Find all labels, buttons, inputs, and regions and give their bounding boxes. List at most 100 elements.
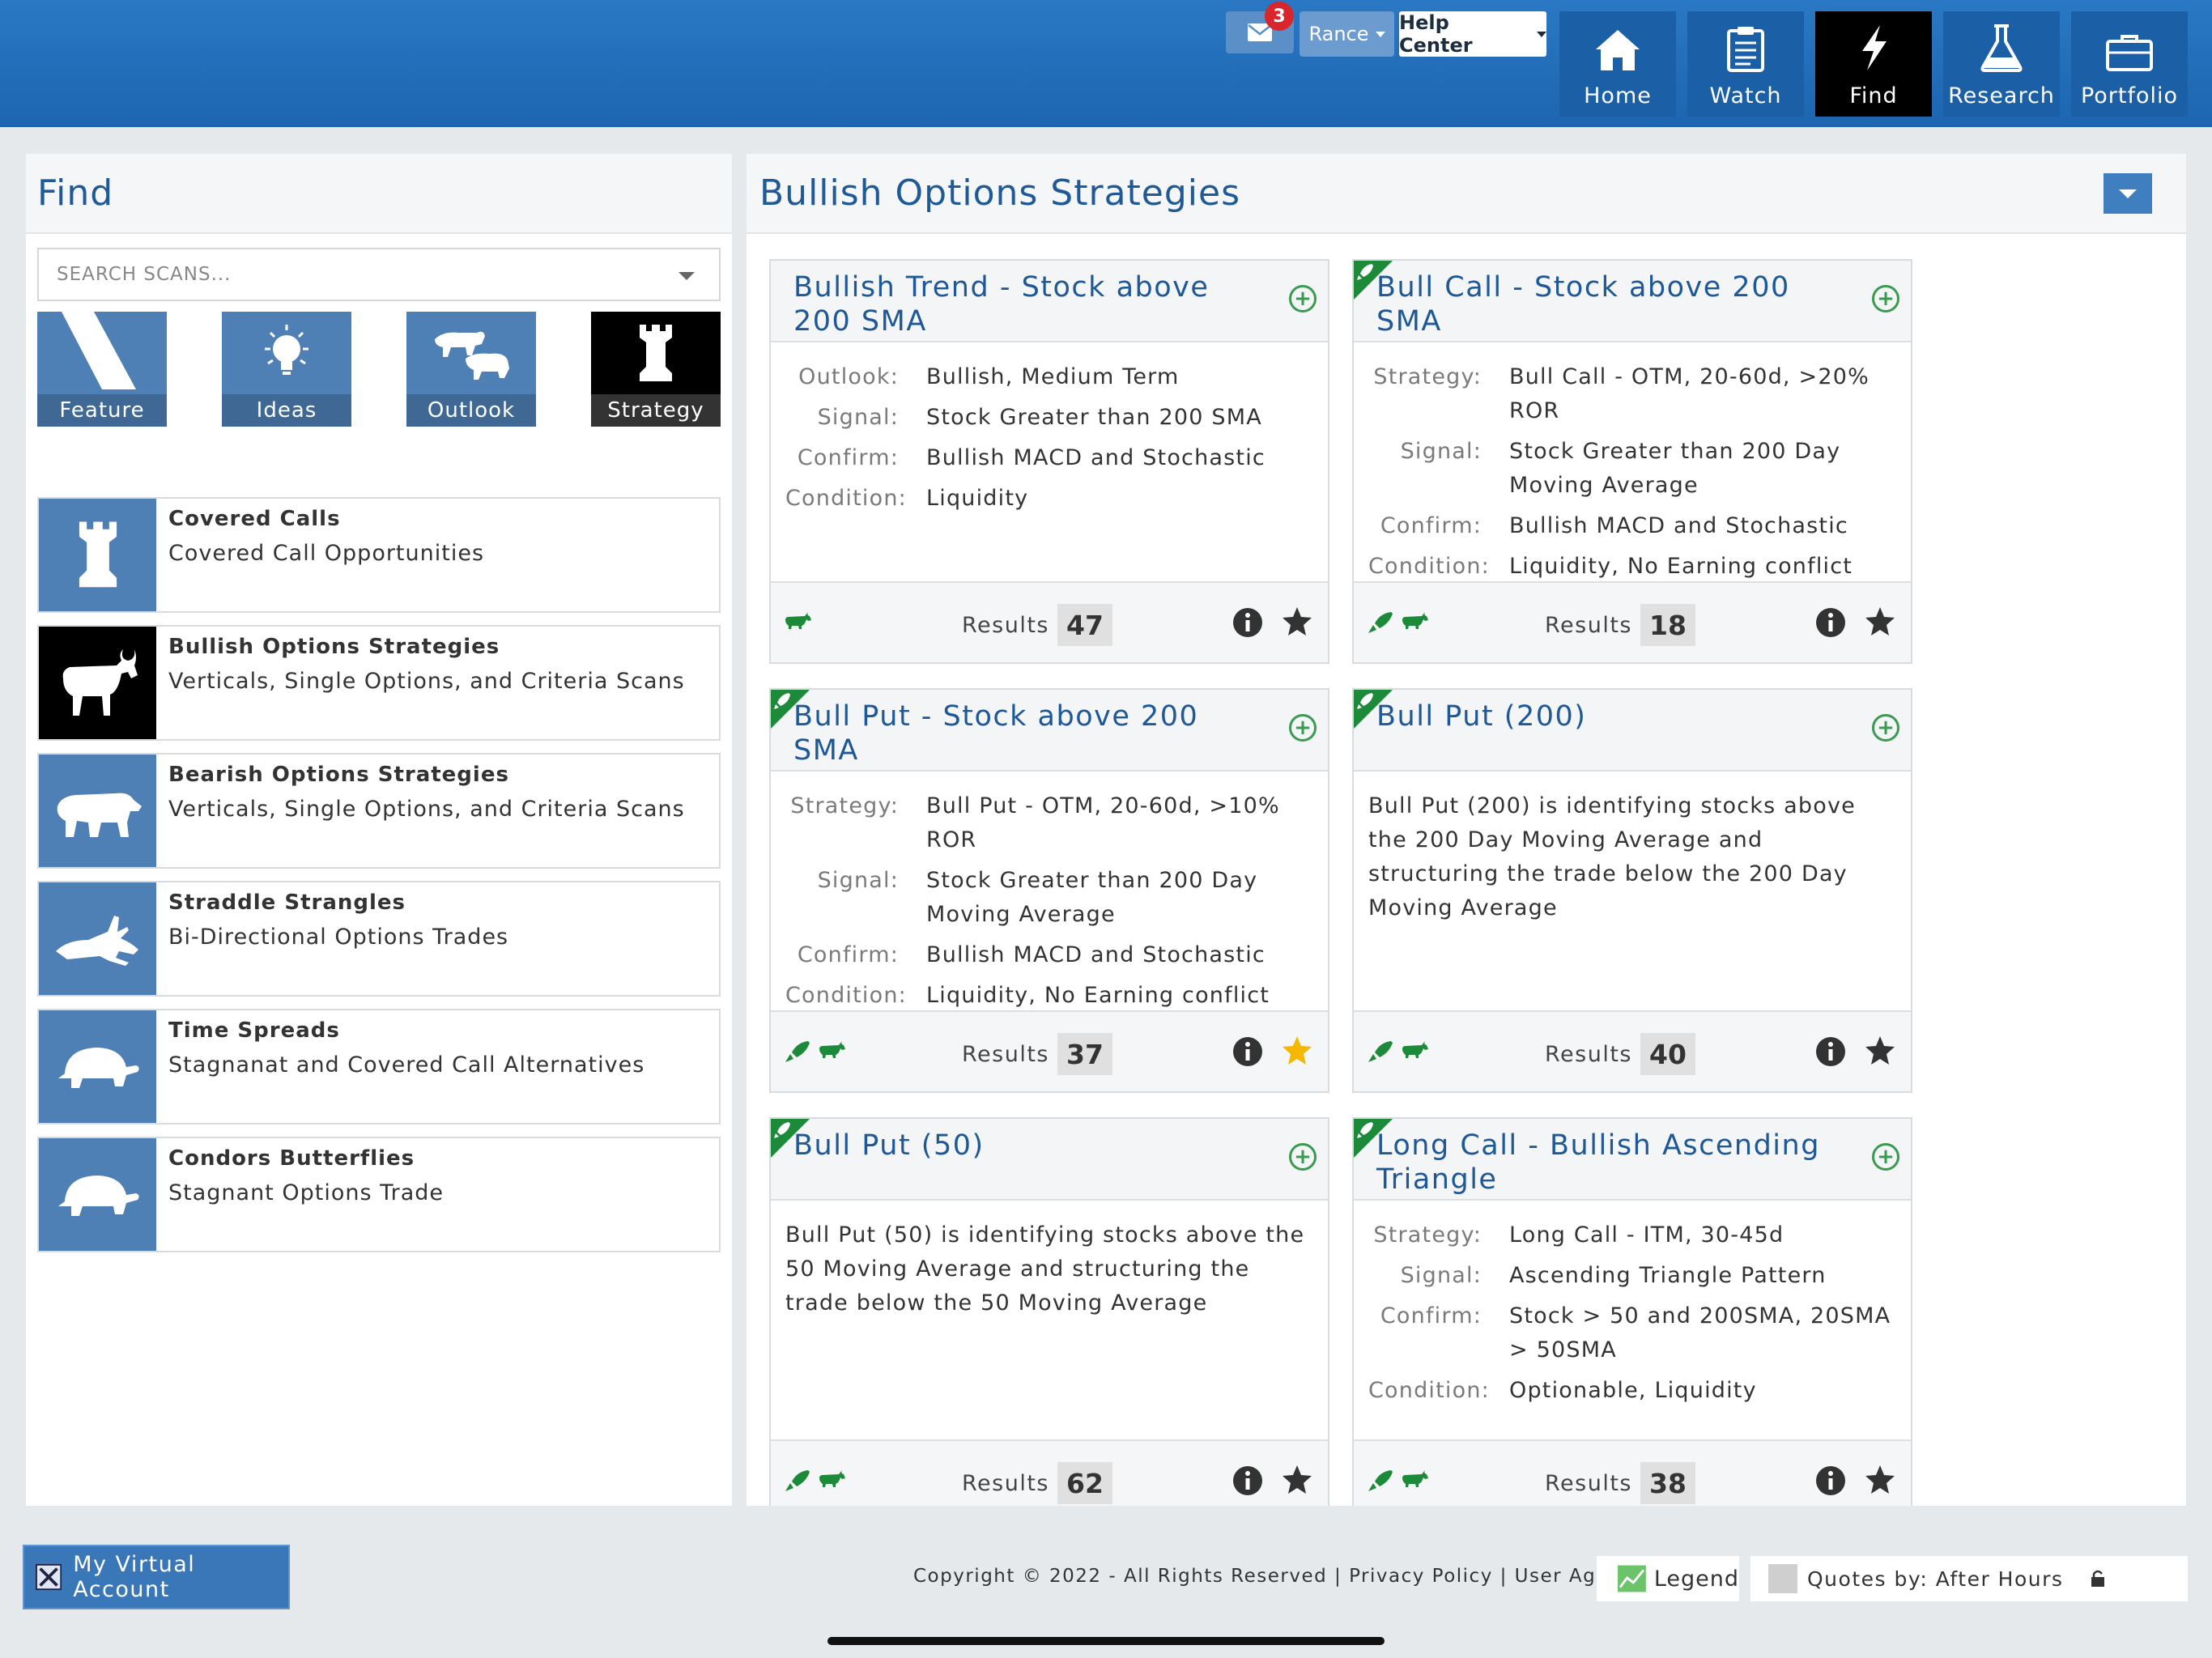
scan-card-title[interactable]: Bull Put - Stock above 200 SMA (793, 699, 1271, 767)
rocket-icon (774, 1122, 790, 1138)
scan-card-title[interactable]: Bull Put (50) (793, 1129, 1271, 1163)
scan-group-subtitle: Stagnant Options Trade (168, 1180, 445, 1205)
nav-portfolio[interactable]: Portfolio (2071, 11, 2188, 117)
favorite-star-icon[interactable] (1864, 1035, 1896, 1067)
card-field-value: Liquidity, No Earning conflict (1509, 554, 1853, 579)
find-panel-header: Find (26, 154, 732, 234)
info-icon[interactable] (1232, 1036, 1263, 1067)
scan-card[interactable]: Bull Call - Stock above 200 SMA + Strate… (1352, 259, 1912, 664)
home-icon (1596, 30, 1640, 70)
scan-group-bullish[interactable]: Bullish Options Strategies Verticals, Si… (37, 625, 721, 741)
scan-group-title: Condors Butterflies (168, 1146, 415, 1171)
rocket-icon (1368, 612, 1393, 633)
category-ideas[interactable]: Ideas (222, 312, 351, 427)
clipboard-icon (1727, 27, 1764, 72)
card-field-key: Signal: (1400, 439, 1482, 464)
scan-group-straddle[interactable]: Straddle Strangles Bi-Directional Option… (37, 881, 721, 997)
card-description: Bull Put (200) is identifying stocks abo… (1368, 793, 1856, 920)
help-center-button[interactable]: Help Center (1399, 11, 1546, 57)
briefcase-icon (2106, 35, 2153, 71)
scan-card[interactable]: Bull Put (200) + Bull Put (200) is ident… (1352, 688, 1912, 1093)
info-icon[interactable] (1232, 1465, 1263, 1496)
scan-group-subtitle: Covered Call Opportunities (168, 541, 485, 566)
info-icon[interactable] (1232, 607, 1263, 638)
results-count: 18 (1640, 604, 1695, 646)
user-menu-button[interactable]: Rance (1300, 11, 1394, 57)
quotes-checkbox[interactable] (1768, 1564, 1797, 1593)
help-center-label: Help Center (1399, 11, 1473, 57)
favorite-star-icon[interactable] (1864, 1464, 1896, 1496)
info-icon[interactable] (1815, 1465, 1846, 1496)
scan-group-bearish[interactable]: Bearish Options Strategies Verticals, Si… (37, 753, 721, 869)
chevron-down-icon[interactable] (678, 272, 695, 280)
scan-card-body: Outlook: Bullish, Medium Term Signal: Stock… (771, 342, 1328, 516)
results-group[interactable]: Results 40 (1545, 1033, 1695, 1075)
results-label: Results (1545, 1041, 1632, 1067)
results-group[interactable]: Results 38 (1545, 1462, 1695, 1504)
results-label: Results (962, 612, 1049, 638)
turtle-icon (57, 1047, 139, 1088)
add-scan-icon[interactable]: + (1289, 285, 1317, 312)
add-scan-icon[interactable]: + (1289, 714, 1317, 742)
collapse-panel-button[interactable] (2104, 173, 2152, 214)
scan-type-icons (784, 1039, 847, 1064)
scan-card-title[interactable]: Long Call - Bullish Ascending Triangle (1376, 1129, 1854, 1197)
scan-card-title[interactable]: Bullish Trend - Stock above 200 SMA (793, 270, 1271, 338)
results-group[interactable]: Results 18 (1545, 604, 1695, 646)
favorite-star-icon[interactable] (1281, 1464, 1313, 1496)
quotes-label: Quotes by: After Hours (1807, 1567, 2064, 1591)
card-field-key: Condition: (785, 983, 907, 1008)
search-scans-input[interactable]: SEARCH SCANS... (37, 248, 721, 301)
category-feature[interactable]: Feature (37, 312, 167, 427)
favorite-star-icon[interactable] (1864, 606, 1896, 638)
scan-card[interactable]: Bull Put - Stock above 200 SMA + Strateg… (769, 688, 1329, 1093)
scan-group-covered-calls[interactable]: Covered Calls Covered Call Opportunities (37, 497, 721, 613)
scan-card-title[interactable]: Bull Put (200) (1376, 699, 1854, 733)
scan-group-time-spreads[interactable]: Time Spreads Stagnanat and Covered Call … (37, 1009, 721, 1124)
scan-card-title[interactable]: Bull Call - Stock above 200 SMA (1376, 270, 1854, 338)
bull-icon (819, 1041, 845, 1058)
rocket-flag (1354, 690, 1393, 729)
category-outlook[interactable]: Outlook (406, 312, 536, 427)
card-field-key: Confirm: (1380, 1303, 1482, 1329)
card-field-key: Confirm: (797, 445, 899, 470)
category-strategy[interactable]: Strategy (591, 312, 721, 427)
scan-group-title: Covered Calls (168, 507, 341, 531)
nav-watch[interactable]: Watch (1687, 11, 1804, 117)
card-field-value: Stock Greater than 200 SMA (926, 405, 1262, 430)
results-group[interactable]: Results 62 (962, 1462, 1112, 1504)
card-field-value: Bullish, Medium Term (926, 364, 1180, 389)
info-icon[interactable] (1815, 607, 1846, 638)
rocket-icon (1357, 1122, 1373, 1138)
add-scan-icon[interactable]: + (1872, 714, 1899, 742)
nav-label: Watch (1709, 83, 1782, 108)
scan-card[interactable]: Bull Put (50) + Bull Put (50) is identif… (769, 1117, 1329, 1506)
card-field-value: Stock Greater than 200 Day Moving Averag… (926, 868, 1258, 927)
add-scan-icon[interactable]: + (1872, 1143, 1899, 1171)
category-label: Strategy (591, 394, 721, 427)
info-icon[interactable] (1815, 1036, 1846, 1067)
find-panel-title: Find (37, 172, 114, 214)
nav-research[interactable]: Research (1943, 11, 2060, 117)
my-virtual-account-button[interactable]: My Virtual Account (23, 1545, 290, 1609)
scan-group-subtitle: Stagnanat and Covered Call Alternatives (168, 1052, 645, 1078)
lock-icon[interactable] (2091, 1570, 2105, 1588)
nav-home[interactable]: Home (1559, 11, 1676, 117)
favorite-star-icon[interactable] (1281, 606, 1313, 638)
bull-icon (62, 648, 138, 716)
results-count: 37 (1057, 1033, 1112, 1075)
results-group[interactable]: Results 37 (962, 1033, 1112, 1075)
legend-button[interactable]: Legend (1597, 1556, 1739, 1601)
scan-group-title: Bearish Options Strategies (168, 763, 509, 787)
scan-card[interactable]: Bullish Trend - Stock above 200 SMA + Ou… (769, 259, 1329, 664)
scan-group-subtitle: Verticals, Single Options, and Criteria … (168, 797, 685, 822)
results-group[interactable]: Results 47 (962, 604, 1112, 646)
favorite-star-icon[interactable] (1281, 1035, 1313, 1067)
nav-find[interactable]: Find (1815, 11, 1932, 117)
card-field-row: Condition: Optionable, Liquidity (1368, 1374, 1896, 1408)
add-scan-icon[interactable]: + (1289, 1143, 1317, 1171)
results-label: Results (1545, 1470, 1632, 1496)
scan-group-condors[interactable]: Condors Butterflies Stagnant Options Tra… (37, 1137, 721, 1252)
add-scan-icon[interactable]: + (1872, 285, 1899, 312)
scan-card[interactable]: Long Call - Bullish Ascending Triangle +… (1352, 1117, 1912, 1506)
